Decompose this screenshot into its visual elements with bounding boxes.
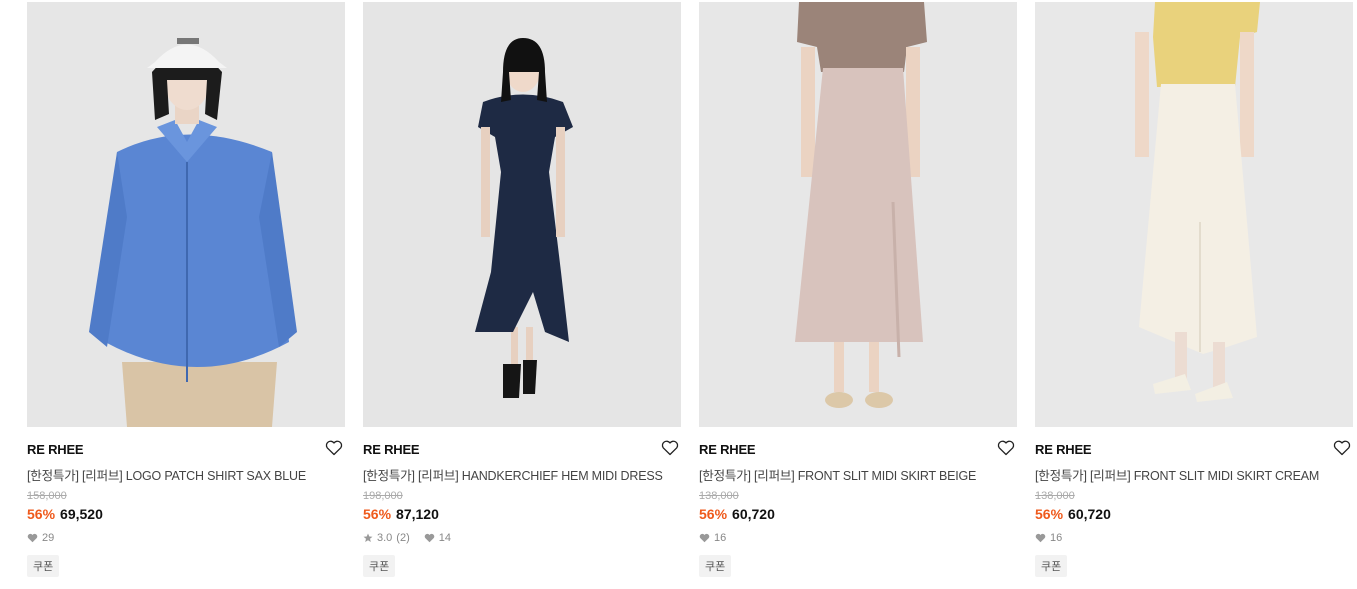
- coupon-badge: 쿠폰: [363, 555, 396, 577]
- like-count: 16: [1050, 532, 1063, 544]
- heart-filled-icon: [699, 533, 710, 543]
- rating-value: 3.0: [377, 532, 393, 544]
- original-price: 138,000: [1035, 490, 1075, 502]
- price-row: 56% 69,520: [27, 506, 103, 522]
- product-meta: 16: [1035, 532, 1062, 544]
- product-name[interactable]: [한정특가] [리퍼브] LOGO PATCH SHIRT SAX BLUE: [27, 465, 306, 484]
- brand-name[interactable]: RE RHEE: [1035, 442, 1092, 457]
- product-card[interactable]: RE RHEE [한정특가] [리퍼브] HANDKERCHIEF HEM MI…: [363, 2, 681, 589]
- sale-price: 69,520: [60, 506, 103, 522]
- discount-rate: 56%: [699, 506, 728, 522]
- product-meta: 29: [27, 532, 54, 544]
- product-card[interactable]: RE RHEE [한정특가] [리퍼브] FRONT SLIT MIDI SKI…: [1035, 2, 1353, 589]
- product-grid: RE RHEE [한정특가] [리퍼브] LOGO PATCH SHIRT SA…: [27, 2, 1353, 589]
- product-card[interactable]: RE RHEE [한정특가] [리퍼브] LOGO PATCH SHIRT SA…: [27, 2, 345, 589]
- brand-name[interactable]: RE RHEE: [363, 442, 420, 457]
- sale-price: 60,720: [1068, 506, 1111, 522]
- product-info: RE RHEE [한정특가] [리퍼브] HANDKERCHIEF HEM MI…: [363, 427, 681, 589]
- heart-filled-icon: [1035, 533, 1046, 543]
- like-count: 29: [42, 532, 55, 544]
- product-info: RE RHEE [한정특가] [리퍼브] LOGO PATCH SHIRT SA…: [27, 427, 345, 589]
- star-icon: [363, 533, 373, 542]
- product-name[interactable]: [한정특가] [리퍼브] HANDKERCHIEF HEM MIDI DRESS: [363, 465, 663, 484]
- wishlist-heart-icon[interactable]: [325, 440, 343, 456]
- heart-filled-icon: [424, 533, 435, 543]
- like-count: 14: [438, 532, 451, 544]
- review-count: (2): [396, 532, 410, 544]
- wishlist-heart-icon[interactable]: [1333, 440, 1351, 456]
- coupon-badge: 쿠폰: [27, 555, 60, 577]
- product-info: RE RHEE [한정특가] [리퍼브] FRONT SLIT MIDI SKI…: [699, 427, 1017, 589]
- price-row: 56% 60,720: [1035, 506, 1111, 522]
- product-info: RE RHEE [한정특가] [리퍼브] FRONT SLIT MIDI SKI…: [1035, 427, 1353, 589]
- price-row: 56% 87,120: [363, 506, 439, 522]
- original-price: 198,000: [363, 490, 403, 502]
- original-price: 158,000: [27, 490, 67, 502]
- product-image[interactable]: [699, 2, 1017, 427]
- brand-name[interactable]: RE RHEE: [27, 442, 84, 457]
- sale-price: 60,720: [732, 506, 775, 522]
- discount-rate: 56%: [27, 506, 56, 522]
- product-photo: [699, 2, 1017, 427]
- product-image[interactable]: [1035, 2, 1353, 427]
- coupon-badge: 쿠폰: [1035, 555, 1068, 577]
- product-card[interactable]: RE RHEE [한정특가] [리퍼브] FRONT SLIT MIDI SKI…: [699, 2, 1017, 589]
- discount-rate: 56%: [363, 506, 392, 522]
- product-name[interactable]: [한정특가] [리퍼브] FRONT SLIT MIDI SKIRT BEIGE: [699, 465, 976, 484]
- product-image[interactable]: [27, 2, 345, 427]
- wishlist-heart-icon[interactable]: [997, 440, 1015, 456]
- product-photo: [363, 2, 681, 427]
- brand-name[interactable]: RE RHEE: [699, 442, 756, 457]
- heart-filled-icon: [27, 533, 38, 543]
- like-count: 16: [714, 532, 727, 544]
- wishlist-heart-icon[interactable]: [661, 440, 679, 456]
- price-row: 56% 60,720: [699, 506, 775, 522]
- product-meta: 16: [699, 532, 726, 544]
- coupon-badge: 쿠폰: [699, 555, 732, 577]
- product-image[interactable]: [363, 2, 681, 427]
- product-photo: [27, 2, 345, 427]
- discount-rate: 56%: [1035, 506, 1064, 522]
- original-price: 138,000: [699, 490, 739, 502]
- product-photo: [1035, 2, 1353, 427]
- product-name[interactable]: [한정특가] [리퍼브] FRONT SLIT MIDI SKIRT CREAM: [1035, 465, 1319, 484]
- product-meta: 3.0 (2) 14: [363, 532, 451, 544]
- sale-price: 87,120: [396, 506, 439, 522]
